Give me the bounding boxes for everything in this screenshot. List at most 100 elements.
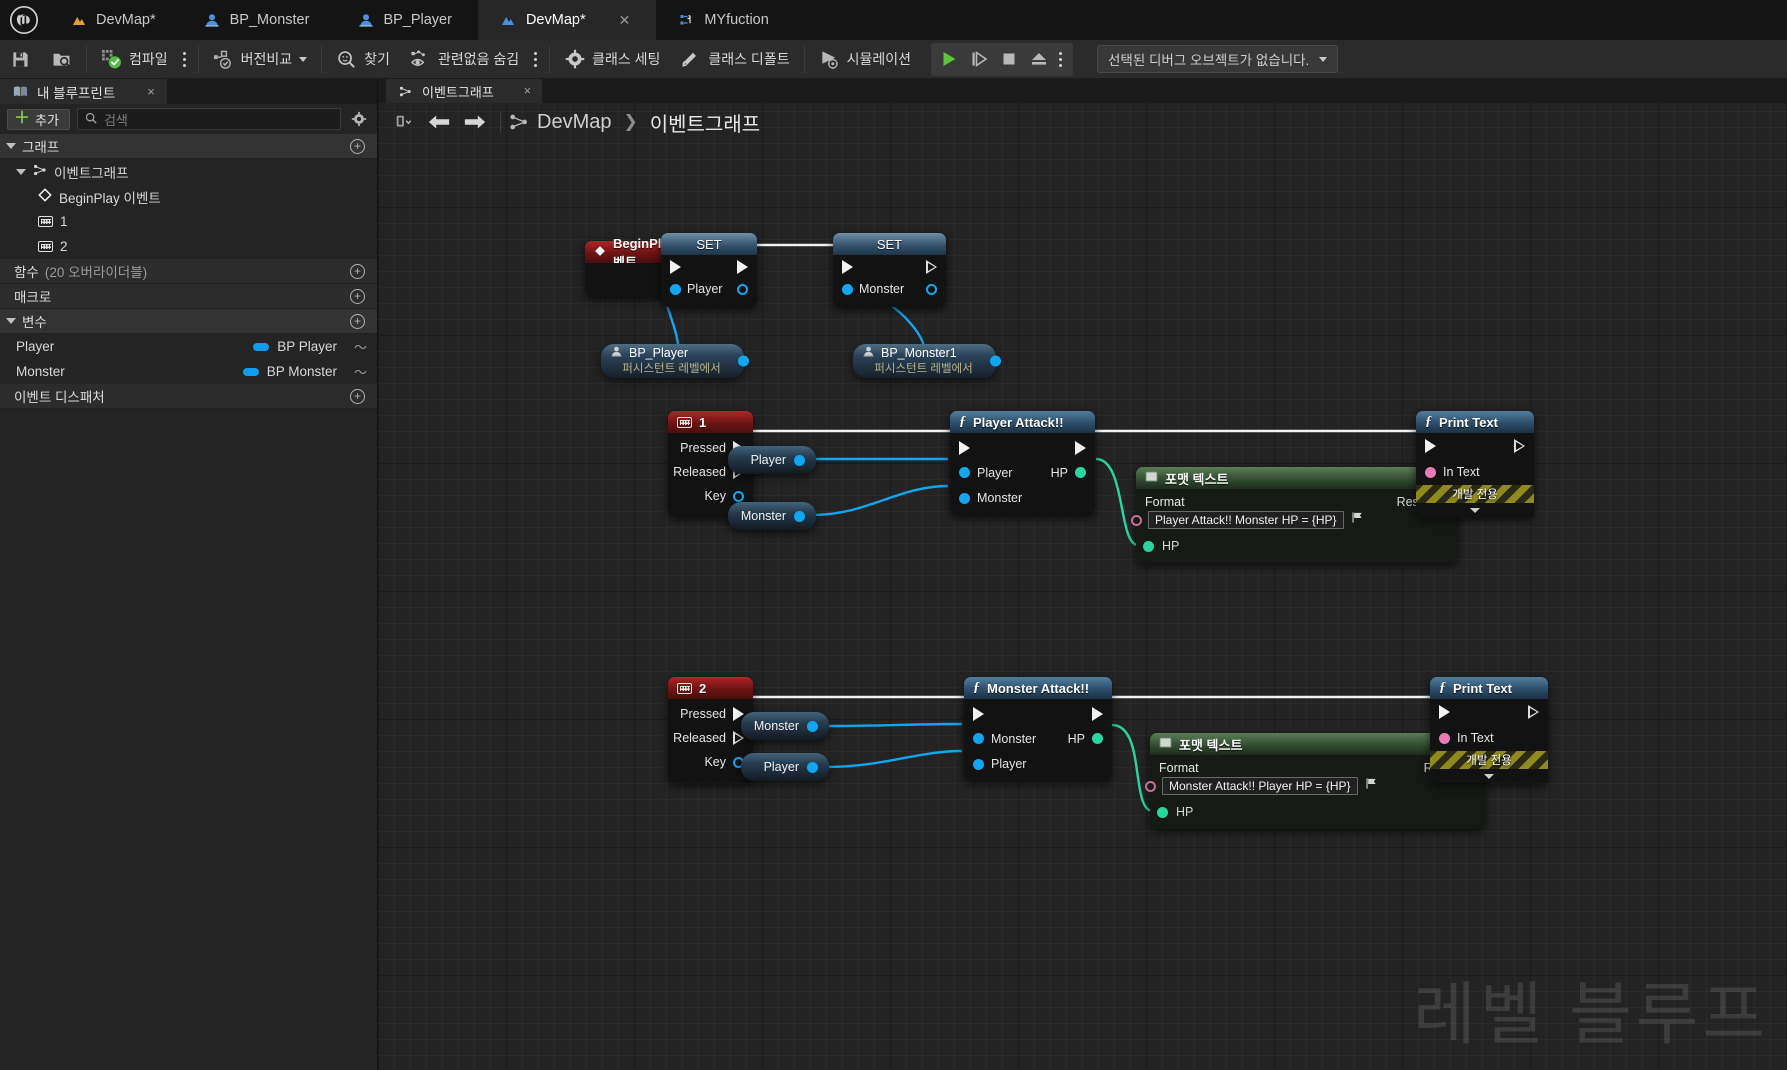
section-header-event-dispatchers[interactable]: 이벤트 디스패처 + <box>0 384 377 409</box>
debug-object-dropdown[interactable]: 선택된 디버그 오브젝트가 없습니다. <box>1096 45 1339 73</box>
graph-list-button[interactable] <box>386 105 420 139</box>
node-print-text-2[interactable]: ƒ Print Text In Text 개발 전용 <box>1430 677 1548 783</box>
object-out-pin-icon[interactable] <box>807 761 818 773</box>
compile-button[interactable]: 컴파일 <box>92 43 177 76</box>
add-macro-button[interactable]: + <box>350 288 365 304</box>
close-icon[interactable]: × <box>147 84 155 99</box>
node-get-monster-2[interactable]: Monster <box>741 712 829 740</box>
flag-icon[interactable] <box>1351 511 1364 529</box>
play-button[interactable] <box>934 44 964 74</box>
breadcrumb-item-event-graph[interactable]: 이벤트그래프 <box>650 108 760 137</box>
chevron-down-icon[interactable] <box>299 56 308 62</box>
float-out-pin-icon[interactable] <box>1075 467 1086 478</box>
find-button[interactable]: 찾기 <box>327 43 399 76</box>
node-print-text-1[interactable]: ƒ Print Text In Text 개발 전용 <box>1416 411 1534 517</box>
node-expander-button[interactable] <box>1416 503 1534 517</box>
add-function-button[interactable]: + <box>350 263 365 279</box>
class-settings-button[interactable]: 클래스 세팅 <box>555 43 669 76</box>
text-in-pin-icon[interactable] <box>1145 781 1156 792</box>
pin-released[interactable]: Released <box>668 726 753 750</box>
stop-button[interactable] <box>994 44 1024 74</box>
close-icon[interactable]: ✕ <box>619 13 631 27</box>
exec-in-pin-icon[interactable] <box>1439 705 1450 719</box>
tree-item-key-2[interactable]: 2 <box>0 234 377 259</box>
unreal-logo-icon[interactable] <box>0 0 48 40</box>
object-pin-icon[interactable] <box>842 283 853 295</box>
flag-icon[interactable] <box>1365 777 1378 795</box>
exec-in-pin-icon[interactable] <box>670 260 681 274</box>
node-ref-bp-monster1[interactable]: BP_Monster1 퍼시스턴트 레벨에서 <box>853 344 1001 378</box>
tab-event-graph[interactable]: 이벤트그래프 × <box>386 79 543 103</box>
text-in-pin-icon[interactable] <box>1439 732 1450 744</box>
add-event-dispatcher-button[interactable]: + <box>350 388 365 404</box>
object-pin-icon[interactable] <box>959 467 970 478</box>
add-button[interactable]: ＋ 추가 <box>7 108 70 130</box>
compile-options-button[interactable] <box>178 44 191 74</box>
exec-out-pin-icon[interactable] <box>1514 439 1525 453</box>
save-button[interactable] <box>1 43 40 76</box>
format-value-input[interactable]: Monster Attack!! Player HP = {HP} <box>1162 777 1358 795</box>
exec-in-pin-icon[interactable] <box>842 260 853 274</box>
node-get-monster-1[interactable]: Monster <box>728 502 816 530</box>
event-graph-canvas[interactable]: 이벤트그래프 × DevMap ❯ 이벤트그래프 BeginPlay SET P… <box>378 79 1787 1070</box>
search-input[interactable]: 검색 <box>76 108 341 130</box>
exec-out-pin-icon[interactable] <box>1092 707 1103 721</box>
browse-content-button[interactable] <box>42 43 81 76</box>
section-header-graphs[interactable]: 그래프 + <box>0 134 377 159</box>
variable-row-player[interactable]: Player BP Player 〜 <box>0 334 377 359</box>
variable-visibility-icon[interactable]: 〜 <box>354 337 377 356</box>
node-expander-button[interactable] <box>1430 769 1548 783</box>
object-out-pin-icon[interactable] <box>738 355 749 367</box>
close-icon[interactable]: × <box>524 84 531 98</box>
float-in-pin-icon[interactable] <box>1143 540 1154 552</box>
add-graph-button[interactable]: + <box>350 138 365 154</box>
object-pin-icon[interactable] <box>973 758 984 770</box>
object-out-pin-icon[interactable] <box>990 355 1001 367</box>
section-header-functions[interactable]: 함수 (20 오버라이더블) + <box>0 259 377 284</box>
object-out-pin-icon[interactable] <box>737 283 748 295</box>
class-defaults-button[interactable]: 클래스 디폴트 <box>671 43 798 76</box>
graph-forward-button[interactable] <box>458 105 492 139</box>
chevron-down-icon[interactable] <box>16 168 26 175</box>
add-variable-button[interactable]: + <box>350 313 365 329</box>
play-options-button[interactable] <box>1054 44 1067 74</box>
object-pin-icon[interactable] <box>670 283 681 295</box>
text-in-pin-icon[interactable] <box>1131 515 1142 526</box>
simulate-button[interactable]: 시뮬레이션 <box>810 43 920 76</box>
node-set-monster[interactable]: SET Monster <box>833 233 946 307</box>
asset-tab-myfuction[interactable]: MYfuction <box>656 0 794 40</box>
object-out-pin-icon[interactable] <box>794 454 805 466</box>
object-out-pin-icon[interactable] <box>807 720 818 732</box>
asset-tab-devmap-1[interactable]: DevMap* <box>48 0 182 40</box>
graph-back-button[interactable] <box>422 105 456 139</box>
exec-out-pin-icon[interactable] <box>1528 705 1539 719</box>
node-monster-attack[interactable]: ƒ Monster Attack!! Monster HP Player <box>964 677 1112 781</box>
float-out-pin-icon[interactable] <box>1092 733 1103 744</box>
asset-tab-bp-player[interactable]: BP_Player <box>335 0 478 40</box>
exec-in-pin-icon[interactable] <box>973 707 984 721</box>
node-set-player[interactable]: SET Player <box>661 233 757 307</box>
tree-item-key-1[interactable]: 1 <box>0 209 377 234</box>
graph-node-canvas[interactable]: BeginPlay 이벤트 SET <box>378 141 1787 1070</box>
node-get-player-2[interactable]: Player <box>741 753 829 781</box>
tab-my-blueprint[interactable]: 내 블루프린트 × <box>0 79 167 104</box>
object-out-pin-icon[interactable] <box>926 283 937 295</box>
asset-tab-devmap-active[interactable]: DevMap* ✕ <box>477 0 657 40</box>
variable-row-monster[interactable]: Monster BP Monster 〜 <box>0 359 377 384</box>
breadcrumb-item-devmap[interactable]: DevMap <box>537 111 611 134</box>
hide-unrelated-options-button[interactable] <box>529 44 542 74</box>
object-pin-icon[interactable] <box>973 733 984 744</box>
node-format-text-1[interactable]: 포맷 텍스트 Format Player Attack!! Monster HP… <box>1131 467 1458 563</box>
section-header-variables[interactable]: 변수 + <box>0 309 377 334</box>
node-player-attack[interactable]: ƒ Player Attack!! Player HP Monster <box>950 411 1095 515</box>
exec-in-pin-icon[interactable] <box>1425 439 1436 453</box>
tree-item-event-graph[interactable]: 이벤트그래프 <box>0 159 377 184</box>
object-out-pin-icon[interactable] <box>794 510 805 522</box>
exec-in-pin-icon[interactable] <box>959 441 970 455</box>
hide-unrelated-button[interactable]: 관련없음 숨김 <box>401 43 528 76</box>
my-blueprint-settings-button[interactable] <box>348 108 370 130</box>
node-ref-bp-player[interactable]: BP_Player 퍼시스턴트 레벨에서 <box>601 344 749 378</box>
section-header-macros[interactable]: 매크로 + <box>0 284 377 309</box>
variable-visibility-icon[interactable]: 〜 <box>354 362 377 381</box>
diff-button[interactable]: 버전비교 <box>204 43 317 76</box>
